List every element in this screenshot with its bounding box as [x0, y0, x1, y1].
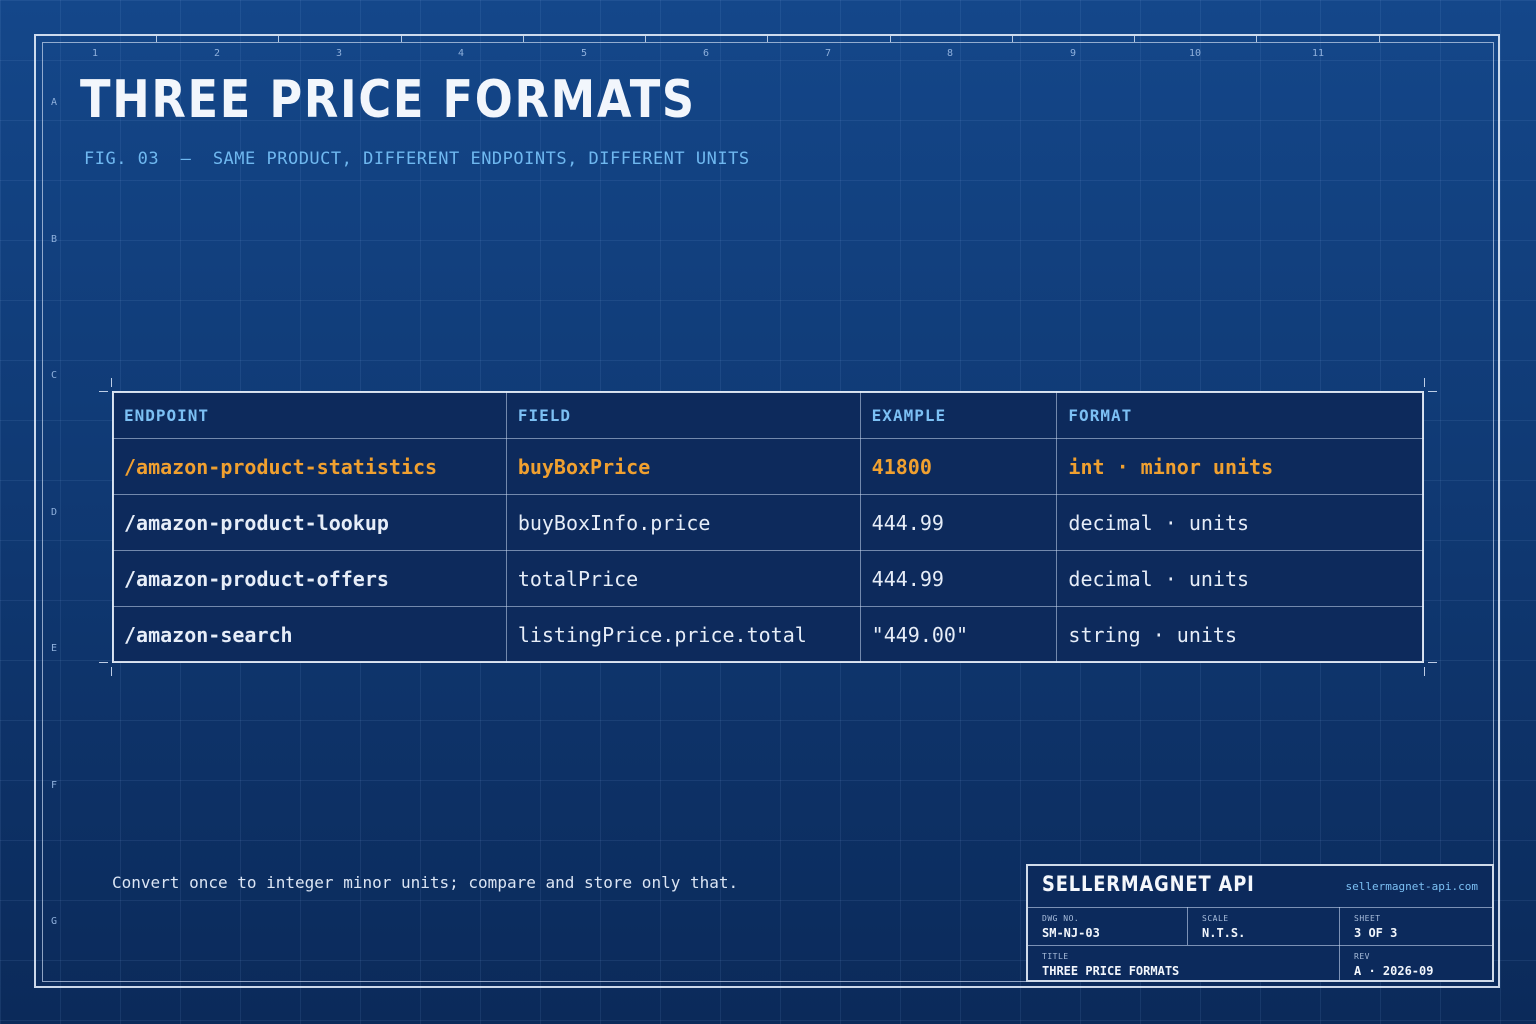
zone-letter: C: [51, 370, 58, 381]
title-block-divider: [1028, 907, 1492, 908]
title-block-divider: [1339, 907, 1340, 982]
table-row: /amazon-product-statistics buyBoxPrice 4…: [112, 438, 1424, 495]
zone-number: 5: [581, 48, 588, 59]
title-block-divider: [1028, 945, 1492, 946]
figure-caption: FIG. 03 — SAME PRODUCT, DIFFERENT ENDPOI…: [84, 149, 750, 169]
example-cell: "449.00": [859, 606, 1058, 663]
field-cell: totalPrice: [505, 550, 861, 607]
zone-tick: [890, 36, 891, 42]
page-title: THREE PRICE FORMATS: [80, 70, 696, 130]
column-header-endpoint: ENDPOINT: [112, 391, 507, 439]
dwg-no-label: DWG NO.: [1042, 914, 1080, 923]
corner-mark: [111, 378, 112, 387]
example-cell: 444.99: [859, 550, 1058, 607]
endpoint-cell: /amazon-product-lookup: [112, 494, 507, 551]
brand-url: sellermagnet-api.com: [1345, 880, 1478, 893]
zone-tick: [401, 36, 402, 42]
zone-tick: [1134, 36, 1135, 42]
rev-label: REV: [1354, 952, 1370, 961]
title-block-divider: [1187, 907, 1188, 945]
endpoint-cell: /amazon-product-statistics: [112, 438, 507, 495]
endpoint-cell: /amazon-product-offers: [112, 550, 507, 607]
field-cell: listingPrice.price.total: [505, 606, 861, 663]
price-formats-table: ENDPOINT FIELD EXAMPLE FORMAT /amazon-pr…: [112, 391, 1424, 663]
zone-number: 7: [825, 48, 832, 59]
zone-tick: [645, 36, 646, 42]
zone-letter: G: [51, 916, 58, 927]
zone-tick: [523, 36, 524, 42]
corner-mark: [1424, 667, 1425, 676]
corner-mark: [1424, 378, 1425, 387]
format-cell: decimal · units: [1056, 550, 1424, 607]
zone-letter: E: [51, 643, 58, 654]
brand-name: SELLERMAGNET API: [1042, 872, 1255, 896]
endpoint-cell: /amazon-search: [112, 606, 507, 663]
formats-table: ENDPOINT FIELD EXAMPLE FORMAT /amazon-pr…: [112, 391, 1424, 663]
scale-label: SCALE: [1202, 914, 1229, 923]
format-cell: string · units: [1056, 606, 1424, 663]
zone-letter: A: [51, 97, 58, 108]
corner-mark: [1428, 662, 1437, 663]
table-row: /amazon-product-lookup buyBoxInfo.price …: [112, 494, 1424, 551]
table-row: /amazon-search listingPrice.price.total …: [112, 606, 1424, 663]
sheet-value: 3 OF 3: [1354, 926, 1398, 940]
sheet-label: SHEET: [1354, 914, 1381, 923]
zone-tick: [1012, 36, 1013, 42]
format-cell: decimal · units: [1056, 494, 1424, 551]
column-header-example: EXAMPLE: [859, 391, 1058, 439]
format-cell: int · minor units: [1056, 438, 1424, 495]
zone-letter: F: [51, 780, 58, 791]
table-row: /amazon-product-offers totalPrice 444.99…: [112, 550, 1424, 607]
scale-value: N.T.S.: [1202, 926, 1246, 940]
corner-mark: [1428, 391, 1437, 392]
zone-number: 9: [1070, 48, 1077, 59]
column-header-field: FIELD: [505, 391, 861, 439]
column-header-format: FORMAT: [1056, 391, 1424, 439]
zone-number: 11: [1312, 48, 1325, 59]
zone-tick: [1256, 36, 1257, 42]
table-header-row: ENDPOINT FIELD EXAMPLE FORMAT: [112, 391, 1424, 439]
zone-number: 8: [947, 48, 954, 59]
dwg-no-value: SM-NJ-03: [1042, 926, 1100, 940]
zone-tick: [278, 36, 279, 42]
example-cell: 444.99: [859, 494, 1058, 551]
corner-mark: [99, 391, 108, 392]
zone-number: 10: [1189, 48, 1202, 59]
zone-number: 1: [92, 48, 99, 59]
title-block: SELLERMAGNET API sellermagnet-api.com DW…: [1026, 864, 1494, 982]
field-cell: buyBoxPrice: [505, 438, 861, 495]
zone-number: 2: [214, 48, 221, 59]
zone-tick: [767, 36, 768, 42]
rev-value: A · 2026-09: [1354, 964, 1434, 978]
zone-number: 3: [336, 48, 343, 59]
zone-tick: [1379, 36, 1380, 42]
conversion-note: Convert once to integer minor units; com…: [112, 873, 739, 892]
zone-tick: [156, 36, 157, 42]
zone-number: 6: [703, 48, 710, 59]
zone-letter: D: [51, 507, 58, 518]
field-cell: buyBoxInfo.price: [505, 494, 861, 551]
title-label: TITLE: [1042, 952, 1069, 961]
zone-letter: B: [51, 234, 58, 245]
title-value: THREE PRICE FORMATS: [1042, 964, 1180, 978]
corner-mark: [111, 667, 112, 676]
corner-mark: [99, 662, 108, 663]
example-cell: 41800: [859, 438, 1058, 495]
zone-number: 4: [458, 48, 465, 59]
